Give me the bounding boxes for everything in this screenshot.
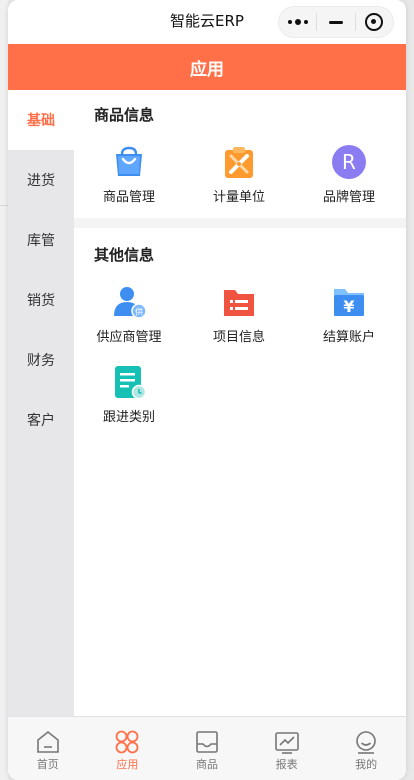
project-info-item[interactable]: 项目信息 xyxy=(184,284,294,354)
brand-management-item[interactable]: R 品牌管理 xyxy=(294,144,404,214)
item-label: 跟进类别 xyxy=(102,410,155,425)
unit-item[interactable]: 计量单位 xyxy=(184,144,294,214)
sidebar-item-inventory[interactable]: 库管 xyxy=(8,210,74,270)
followup-category-item[interactable]: 跟进类别 xyxy=(74,364,184,434)
item-label: 结算账户 xyxy=(322,330,375,345)
item-label: 供应商管理 xyxy=(96,330,162,345)
tab-reports[interactable]: 报表 xyxy=(247,717,327,780)
sidebar-item-customer[interactable]: 客户 xyxy=(8,390,74,450)
sidebar-item-sales[interactable]: 销货 xyxy=(8,270,74,330)
shopping-bag-icon xyxy=(116,146,142,176)
item-label: 品牌管理 xyxy=(322,190,375,205)
minimize-button[interactable] xyxy=(317,7,354,37)
outer-right-strip xyxy=(406,0,414,780)
supplier-user-icon: 供 xyxy=(114,287,147,319)
sidebar-item-basic[interactable]: 基础 xyxy=(8,90,74,150)
chart-icon xyxy=(274,732,299,754)
section-divider xyxy=(74,218,406,228)
outer-left-strip xyxy=(0,0,8,780)
registered-brand-icon: R xyxy=(332,145,366,179)
inbox-icon xyxy=(196,731,218,753)
sidebar-item-label: 财务 xyxy=(27,353,55,369)
phone-frame: 智能云ERP 应用 基础 进货 库管 销货 财务 客户 商品信息 商品管理 计量… xyxy=(8,0,406,780)
item-label: 商品管理 xyxy=(102,190,155,205)
sidebar-item-purchase[interactable]: 进货 xyxy=(8,150,74,210)
sidebar-item-label: 库管 xyxy=(27,233,55,249)
target-icon xyxy=(365,13,384,31)
bottom-tab-bar: 首页 应用 商品 报表 我的 xyxy=(8,716,406,780)
followup-document-icon xyxy=(115,366,147,400)
page-title: 应用 xyxy=(190,59,224,80)
tab-label: 应用 xyxy=(116,758,139,771)
apps-icon xyxy=(115,730,139,754)
tab-label: 首页 xyxy=(36,758,59,771)
tab-mine[interactable]: 我的 xyxy=(326,717,406,780)
close-button[interactable] xyxy=(356,7,393,37)
tab-products[interactable]: 商品 xyxy=(167,717,247,780)
top-bar: 智能云ERP xyxy=(8,0,406,44)
item-label: 计量单位 xyxy=(212,190,265,205)
sidebar-item-label: 基础 xyxy=(27,113,55,129)
more-button[interactable] xyxy=(279,7,316,37)
sidebar: 基础 进货 库管 销货 财务 客户 xyxy=(8,90,74,716)
settlement-account-item[interactable]: ¥ 结算账户 xyxy=(294,284,404,354)
item-label: 项目信息 xyxy=(212,330,265,345)
svg-text:¥: ¥ xyxy=(343,297,354,316)
main-content: 商品信息 商品管理 计量单位 R 品牌管理 其他信息 供 供应商管理 项目信息 … xyxy=(74,90,406,716)
tab-label: 商品 xyxy=(195,758,218,771)
page-header: 应用 xyxy=(8,44,406,90)
project-folder-icon xyxy=(224,290,254,316)
sidebar-item-label: 客户 xyxy=(27,413,55,429)
tab-apps[interactable]: 应用 xyxy=(88,717,168,780)
product-management-item[interactable]: 商品管理 xyxy=(74,144,184,214)
yen-folder-icon: ¥ xyxy=(334,289,364,316)
capsule-menu xyxy=(278,6,394,38)
tab-home[interactable]: 首页 xyxy=(8,717,88,780)
ruler-clipboard-icon xyxy=(225,147,253,178)
supplier-management-item[interactable]: 供 供应商管理 xyxy=(74,284,184,354)
section-title-product: 商品信息 xyxy=(94,106,155,124)
tab-label: 报表 xyxy=(275,758,298,771)
tab-label: 我的 xyxy=(355,758,378,771)
svg-text:R: R xyxy=(342,150,356,174)
more-dots-icon xyxy=(287,19,308,25)
outer-divider xyxy=(0,205,8,206)
minus-icon xyxy=(328,20,343,24)
home-icon xyxy=(36,730,59,753)
sidebar-item-label: 销货 xyxy=(27,293,55,309)
sidebar-item-finance[interactable]: 财务 xyxy=(8,330,74,390)
profile-icon xyxy=(356,731,376,754)
svg-text:供: 供 xyxy=(135,307,143,317)
sidebar-item-label: 进货 xyxy=(27,173,55,189)
section-title-other: 其他信息 xyxy=(94,246,155,264)
